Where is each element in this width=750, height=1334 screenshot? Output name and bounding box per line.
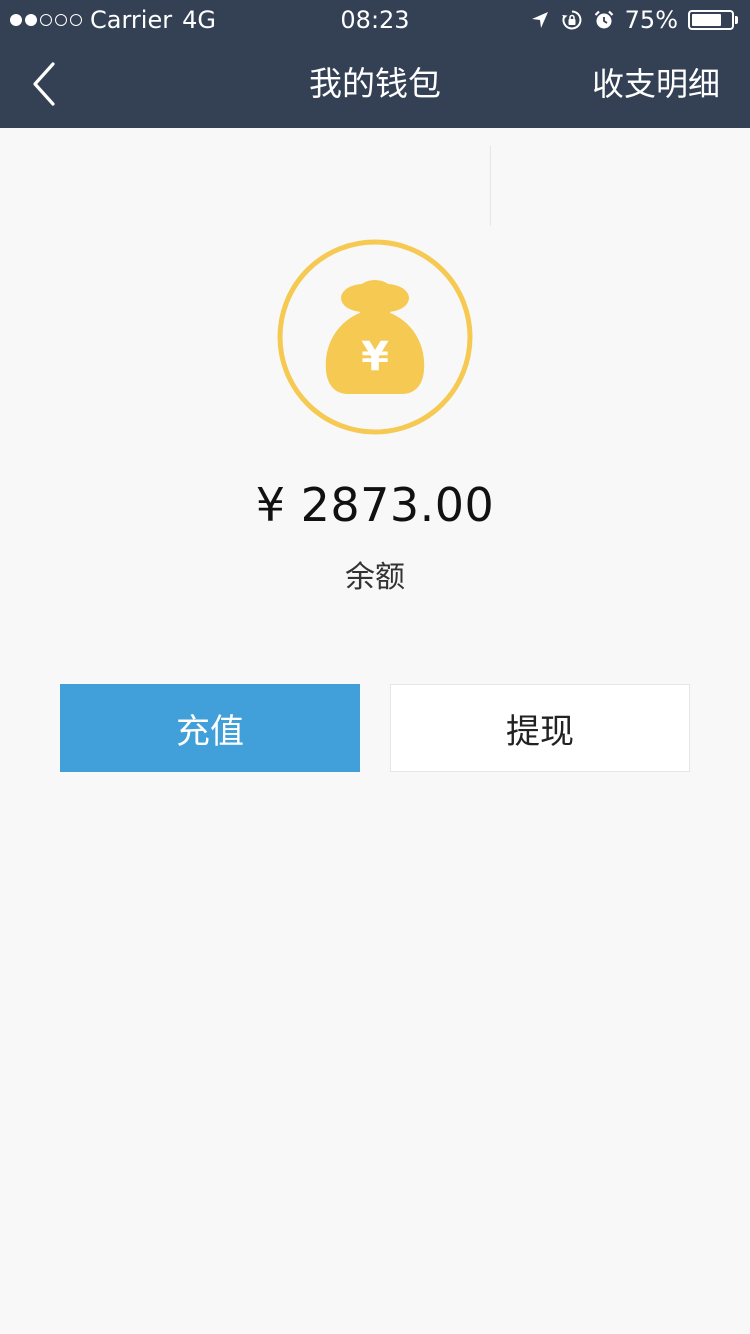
money-bag-icon: ¥ [277, 239, 473, 435]
yen-symbol: ¥ [361, 334, 389, 380]
nav-bar: 我的钱包 收支明细 [0, 40, 750, 128]
alarm-icon [594, 10, 613, 29]
battery-tip [735, 16, 738, 24]
balance-amount: ¥ 2873.00 [255, 478, 495, 532]
header: Carrier 4G 08:23 75% 我的钱包 收支明细 [0, 0, 750, 128]
divider [490, 146, 491, 226]
balance-label: 余额 [345, 560, 405, 595]
battery-level [692, 14, 721, 26]
orientation-lock-icon [561, 10, 582, 30]
location-icon [531, 12, 548, 28]
status-right: 75% [529, 0, 738, 40]
battery-body [688, 10, 734, 30]
withdraw-button[interactable]: 提现 [390, 684, 690, 772]
status-bar: Carrier 4G 08:23 75% [0, 0, 750, 40]
battery-icon [688, 10, 738, 30]
recharge-button[interactable]: 充值 [60, 684, 360, 772]
transaction-details-link[interactable]: 收支明细 [592, 40, 720, 128]
battery-percent: 75% [624, 6, 678, 34]
